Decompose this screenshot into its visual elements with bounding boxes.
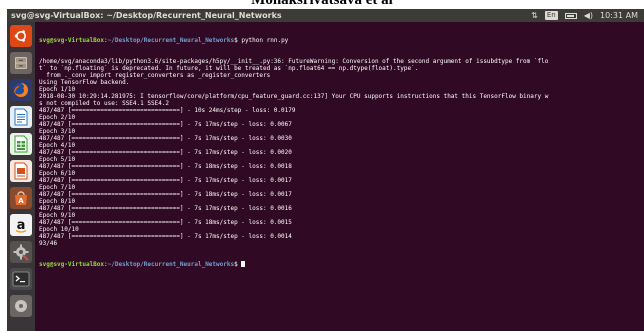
terminal-line: Epoch 1/10 xyxy=(39,86,76,93)
terminal-line: 93/46 xyxy=(39,240,58,247)
launcher-settings-button[interactable] xyxy=(10,241,32,263)
terminal-line: Using TensorFlow backend. xyxy=(39,79,130,86)
terminal-line: /home/svg/anaconda3/lib/python3.6/site-p… xyxy=(39,58,549,65)
clock[interactable]: 10:31 AM xyxy=(600,9,638,22)
terminal-line: Epoch 8/10 xyxy=(39,198,76,205)
keyboard-layout-indicator[interactable]: En xyxy=(544,11,558,20)
top-panel: svg@svg-VirtualBox: ~/Desktop/Recurrent_… xyxy=(7,9,644,22)
terminal-line: Epoch 4/10 xyxy=(39,142,76,149)
battery-icon[interactable] xyxy=(564,12,577,19)
volume-icon[interactable]: ◀) xyxy=(584,9,593,22)
software-center-icon: A xyxy=(15,191,27,205)
terminal-line: 487/487 [==============================]… xyxy=(39,205,292,212)
terminal-line: Epoch 6/10 xyxy=(39,170,76,177)
prompt-path: ~/Desktop/Recurrent_Neural_Networks xyxy=(107,261,235,268)
network-updown-icon[interactable]: ⇅ xyxy=(531,9,538,22)
impress-icon xyxy=(14,162,28,180)
launcher-amazon-button[interactable]: a xyxy=(10,214,32,236)
terminal-line: 487/487 [==============================]… xyxy=(39,233,292,240)
terminal-line: 487/487 [==============================]… xyxy=(39,149,292,156)
launcher-impress-button[interactable] xyxy=(10,160,32,182)
launcher-writer-button[interactable] xyxy=(10,106,32,128)
terminal-line: s not compiled to use: SSE4.1 SSE4.2 xyxy=(39,100,170,107)
terminal-line: 487/487 [==============================]… xyxy=(39,107,296,114)
ubuntu-logo-icon xyxy=(14,30,26,42)
prompt-line: svg@svg-VirtualBox:~/Desktop/Recurrent_N… xyxy=(39,37,643,44)
terminal-line: Epoch 5/10 xyxy=(39,156,76,163)
terminal-line: Epoch 2/10 xyxy=(39,114,76,121)
terminal-icon xyxy=(12,271,30,287)
prompt-user: svg@svg-VirtualBox xyxy=(39,261,105,268)
svg-text:a: a xyxy=(17,218,26,233)
command-text: python rnn.py xyxy=(237,37,289,44)
disk-icon xyxy=(15,300,27,312)
launcher-software-center-button[interactable]: A xyxy=(10,187,32,209)
terminal-line: 2018-08-30 10:29:14.281975: I tensorflow… xyxy=(39,93,549,100)
prompt-path: ~/Desktop/Recurrent_Neural_Networks xyxy=(107,37,235,44)
page: Monaksrivatsava et al svg@svg-VirtualBox… xyxy=(0,0,644,331)
launcher-calc-button[interactable] xyxy=(10,133,32,155)
calc-icon xyxy=(14,135,28,153)
amazon-icon: a xyxy=(15,218,27,233)
terminal-line: t` to `np.floating` is deprecated. In fu… xyxy=(39,65,419,72)
launcher: A a xyxy=(7,22,36,331)
terminal-window[interactable]: svg@svg-VirtualBox:~/Desktop/Recurrent_N… xyxy=(36,22,644,331)
terminal-line: Epoch 10/10 xyxy=(39,226,79,233)
launcher-files-button[interactable] xyxy=(10,52,32,74)
figure-caption: Monaksrivatsava et al xyxy=(251,0,393,8)
terminal-line: Epoch 3/10 xyxy=(39,128,76,135)
terminal-line: 487/487 [==============================]… xyxy=(39,135,292,142)
terminal-lines: /home/svg/anaconda3/lib/python3.6/site-p… xyxy=(39,58,643,247)
launcher-firefox-button[interactable] xyxy=(10,79,32,101)
indicator-area: ⇅ En ◀) 10:31 AM xyxy=(531,9,638,22)
desktop-screen: svg@svg-VirtualBox: ~/Desktop/Recurrent_… xyxy=(7,9,644,331)
terminal-line: Epoch 9/10 xyxy=(39,212,76,219)
terminal-line: 487/487 [==============================]… xyxy=(39,177,292,184)
launcher-extra-button[interactable] xyxy=(10,295,32,317)
svg-text:A: A xyxy=(18,197,24,205)
terminal-line: 487/487 [==============================]… xyxy=(39,121,292,128)
prompt-user: svg@svg-VirtualBox xyxy=(39,37,105,44)
text-cursor xyxy=(241,261,246,267)
window-title: svg@svg-VirtualBox: ~/Desktop/Recurrent_… xyxy=(11,11,282,20)
terminal-line: 487/487 [==============================]… xyxy=(39,191,292,198)
terminal-line: 487/487 [==============================]… xyxy=(39,219,292,226)
terminal-output[interactable]: svg@svg-VirtualBox:~/Desktop/Recurrent_N… xyxy=(39,23,643,282)
settings-gear-icon xyxy=(13,244,29,261)
prompt-dollar: $ xyxy=(234,261,242,268)
terminal-line: 487/487 [==============================]… xyxy=(39,163,292,170)
terminal-line: from ._conv import register_converters a… xyxy=(39,72,271,79)
launcher-terminal-button[interactable] xyxy=(10,268,32,290)
firefox-icon xyxy=(13,82,29,97)
writer-icon xyxy=(14,108,28,126)
terminal-line: Epoch 7/10 xyxy=(39,184,76,191)
final-prompt-line: svg@svg-VirtualBox:~/Desktop/Recurrent_N… xyxy=(39,261,643,268)
launcher-dash-button[interactable] xyxy=(10,25,32,47)
file-cabinet-icon xyxy=(15,57,27,69)
